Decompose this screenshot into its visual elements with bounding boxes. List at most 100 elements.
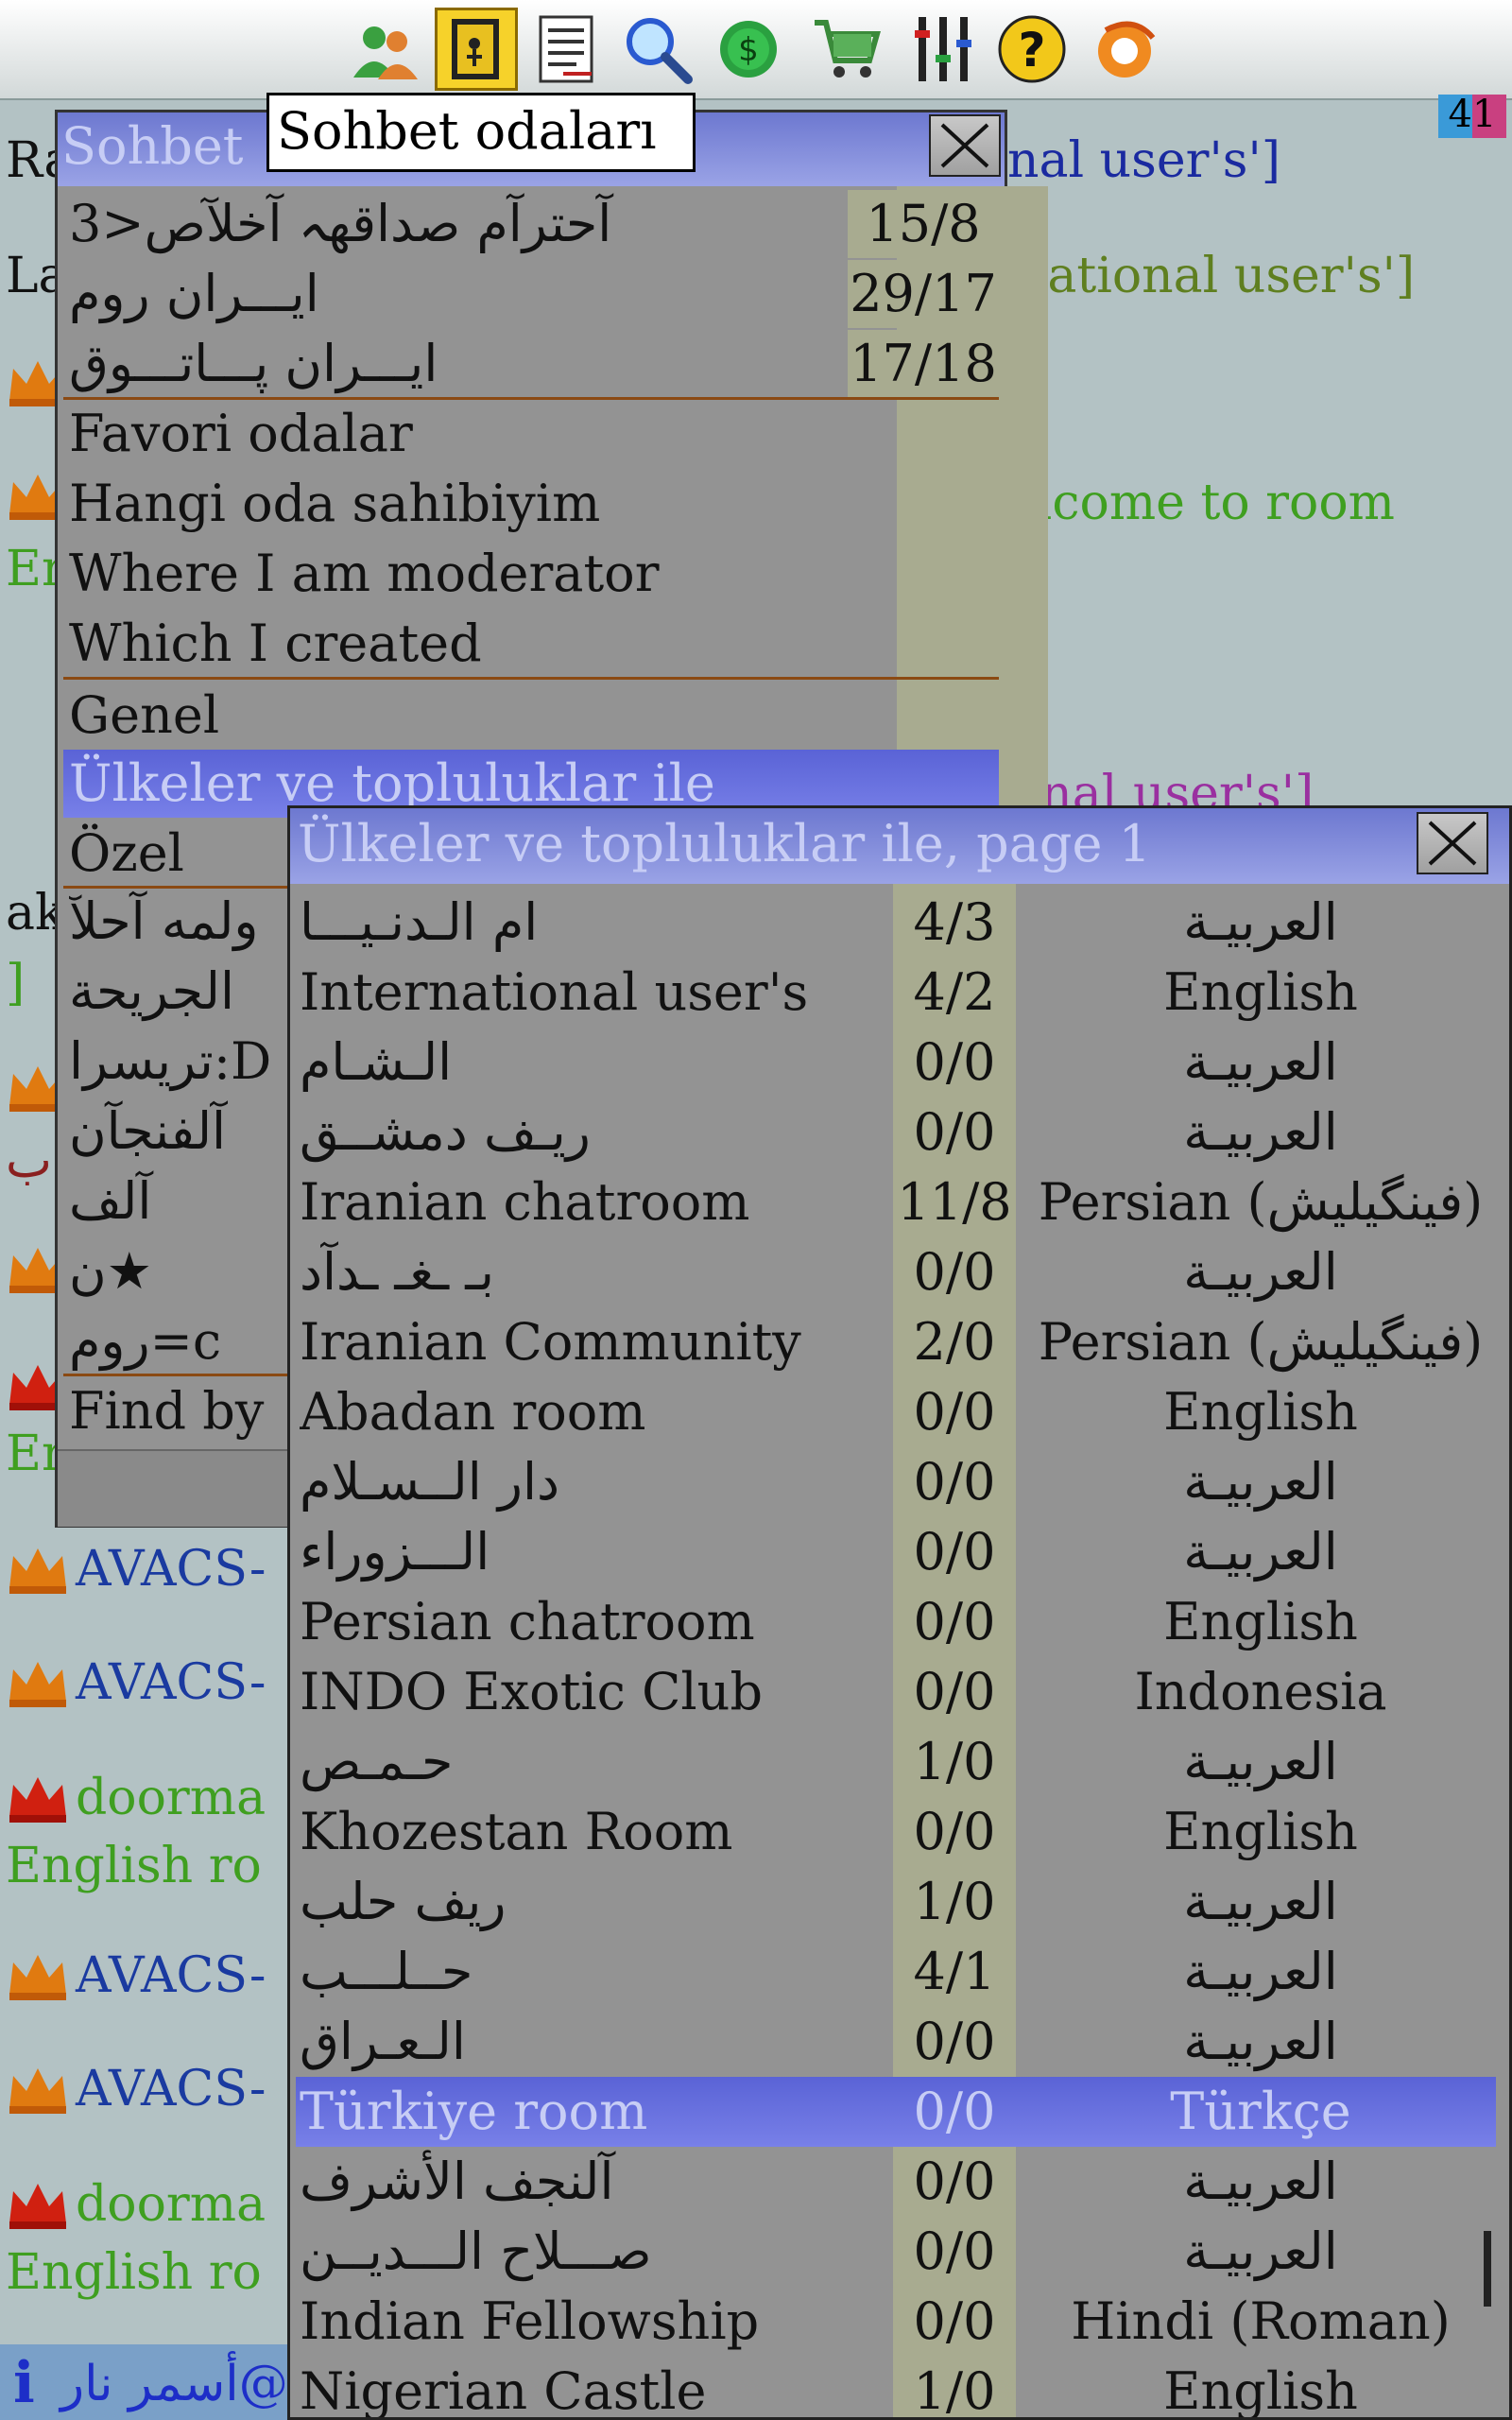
chat-fragment: AVACS-: [76, 1541, 266, 1598]
room-language: English: [1163, 1802, 1358, 1861]
room-row[interactable]: صـــلاح الـــديــن 0/0 العربيـة: [296, 2217, 1496, 2287]
room-row[interactable]: بـ ـغـ ـدآد 0/0 العربيـة: [296, 1237, 1496, 1307]
room-language: Persian (فینگیلیش): [1038, 1312, 1484, 1372]
scrollbar[interactable]: [1484, 2231, 1491, 2307]
menu-item-moderator[interactable]: Where I am moderator: [63, 540, 999, 608]
chat-fragment: nal user's']: [1007, 132, 1281, 189]
room-count: 11/8: [897, 1172, 1012, 1232]
list-icon[interactable]: [525, 8, 609, 91]
room-row[interactable]: ريـف دمشــق 0/0 العربيـة: [296, 1098, 1496, 1167]
coin-icon[interactable]: $: [707, 8, 790, 91]
chat-fragment: rnational user's']: [992, 248, 1416, 304]
room-language: English: [1163, 2361, 1358, 2420]
room-row[interactable]: دار الــسـلام 0/0 العربيـة: [296, 1447, 1496, 1517]
room-language: English: [1163, 1382, 1358, 1442]
cart-icon[interactable]: [805, 8, 888, 91]
room-row[interactable]: الـــزوراء 0/0 العربيـة: [296, 1517, 1496, 1587]
room-row[interactable]: ريف حلب 1/0 العربيـة: [296, 1867, 1496, 1937]
room-count: 0/0: [913, 1592, 996, 1651]
room-row[interactable]: International user's 4/2 English: [296, 958, 1496, 1028]
chat-fragment: AVACS-: [76, 2061, 266, 2118]
room-row[interactable]: الـشـام 0/0 العربيـة: [296, 1028, 1496, 1098]
room-language: العربيـة: [1183, 2221, 1338, 2281]
room-name: Iranian chatroom: [300, 1172, 750, 1232]
room-row[interactable]: Türkiye room 0/0 Türkçe: [296, 2077, 1496, 2147]
top-toolbar: $ ?: [0, 0, 1512, 100]
room-name: بـ ـغـ ـدآد: [300, 1242, 495, 1302]
rooms-list-window: Ülkeler ve topluluklar ile, page 1 ام ال…: [287, 805, 1512, 2420]
close-rooms-button[interactable]: [1417, 812, 1488, 874]
room-row[interactable]: Abadan room 0/0 English: [296, 1377, 1496, 1447]
help-icon[interactable]: ?: [990, 8, 1074, 91]
room-name: Türkiye room: [300, 2082, 648, 2141]
room-row[interactable]: Indian Fellowship 0/0 Hindi (Roman): [296, 2287, 1496, 2357]
menu-item-favorites[interactable]: Favori odalar: [63, 400, 999, 468]
room-name: Iranian Community: [300, 1312, 801, 1372]
room-language: العربيـة: [1183, 1522, 1338, 1582]
room-name: Khozestan Room: [300, 1802, 733, 1861]
room-row[interactable]: حــلـــب 4/1 العربيـة: [296, 1937, 1496, 2007]
chat-fragment: AVACS-: [76, 1947, 266, 2004]
room-row[interactable]: Khozestan Room 0/0 English: [296, 1797, 1496, 1867]
room-row[interactable]: Iranian Community 2/0 Persian (فینگیلیش): [296, 1307, 1496, 1377]
chat-fragment: English ro: [6, 2244, 262, 2301]
logo-icon[interactable]: [1083, 8, 1166, 91]
room-language: العربيـة: [1183, 1452, 1338, 1512]
unread-counter: 41: [1438, 95, 1506, 138]
room-language: العربيـة: [1183, 2012, 1338, 2071]
room-row[interactable]: Iranian chatroom 11/8 Persian (فینگیلیش): [296, 1167, 1496, 1237]
menu-item-general[interactable]: Genel: [63, 682, 999, 750]
room-row[interactable]: آلنجف الأشرف 0/0 العربيـة: [296, 2147, 1496, 2217]
rooms-title-bar: Ülkeler ve topluluklar ile, page 1: [290, 808, 1509, 884]
room-count: 0/0: [913, 1242, 996, 1302]
crown-icon: [4, 1541, 72, 1598]
room-language: Hindi (Roman): [1071, 2291, 1451, 2351]
room-language: Persian (فینگیلیش): [1038, 1172, 1484, 1232]
room-row[interactable]: INDO Exotic Club 0/0 Indonesia: [296, 1657, 1496, 1727]
room-row[interactable]: الـعـراق 0/0 العربيـة: [296, 2007, 1496, 2077]
room-count: 0/0: [913, 1382, 996, 1442]
room-name: INDO Exotic Club: [300, 1662, 764, 1721]
chat-fragment: English ro: [6, 1838, 262, 1894]
room-row[interactable]: ايـــران پـــاتـــوق 17/18: [63, 330, 999, 398]
room-count: 0/0: [913, 1032, 996, 1092]
room-row[interactable]: ايـــران روم 29/17: [63, 260, 999, 328]
room-count: 0/0: [913, 1662, 996, 1721]
room-name: Nigerian Castle: [300, 2361, 707, 2420]
room-language: العربيـة: [1183, 892, 1338, 952]
menu-item-owned[interactable]: Hangi oda sahibiyim: [63, 470, 999, 538]
room-name: Indian Fellowship: [300, 2291, 760, 2351]
users-icon[interactable]: [344, 8, 427, 91]
chat-fragment: elcome to room: [1007, 475, 1395, 531]
rooms-title: Ülkeler ve topluluklar ile, page 1: [298, 814, 1151, 873]
tooltip: Sohbet odaları: [266, 93, 696, 172]
crown-icon: [4, 1654, 72, 1711]
room-row[interactable]: ام الـدنـيـــا 4/3 العربيـة: [296, 888, 1496, 958]
equalizer-icon[interactable]: [902, 8, 985, 91]
svg-text:$: $: [738, 31, 759, 69]
room-name: ريف حلب: [300, 1872, 507, 1931]
close-icon: [1428, 821, 1477, 866]
rooms-icon[interactable]: [435, 8, 518, 91]
room-count: 0/0: [913, 2291, 996, 2351]
svg-text:?: ?: [1018, 23, 1045, 78]
room-language: English: [1163, 962, 1358, 1022]
room-row[interactable]: Nigerian Castle 1/0 English: [296, 2357, 1496, 2420]
room-count: 4/3: [913, 892, 996, 952]
room-language: English: [1163, 1592, 1358, 1651]
info-icon[interactable]: i: [13, 2350, 35, 2416]
close-menu-button[interactable]: [929, 114, 1001, 177]
chat-fragment: ]: [6, 955, 26, 1011]
chat-fragment: doorma: [76, 1770, 266, 1826]
menu-item-created[interactable]: Which I created: [63, 610, 999, 678]
room-language: Türkçe: [1170, 2082, 1351, 2141]
crown-icon: [4, 1947, 72, 2004]
room-language: Indonesia: [1134, 1662, 1387, 1721]
room-count: 0/0: [913, 2012, 996, 2071]
room-row[interactable]: آحترآم صداقهہ آخلآص<3 15/8: [63, 190, 999, 258]
room-language: العربيـة: [1183, 1032, 1338, 1092]
search-icon[interactable]: [616, 8, 699, 91]
room-language: العربيـة: [1183, 2152, 1338, 2211]
room-row[interactable]: حـمـص 1/0 العربيـة: [296, 1727, 1496, 1797]
room-row[interactable]: Persian chatroom 0/0 English: [296, 1587, 1496, 1657]
